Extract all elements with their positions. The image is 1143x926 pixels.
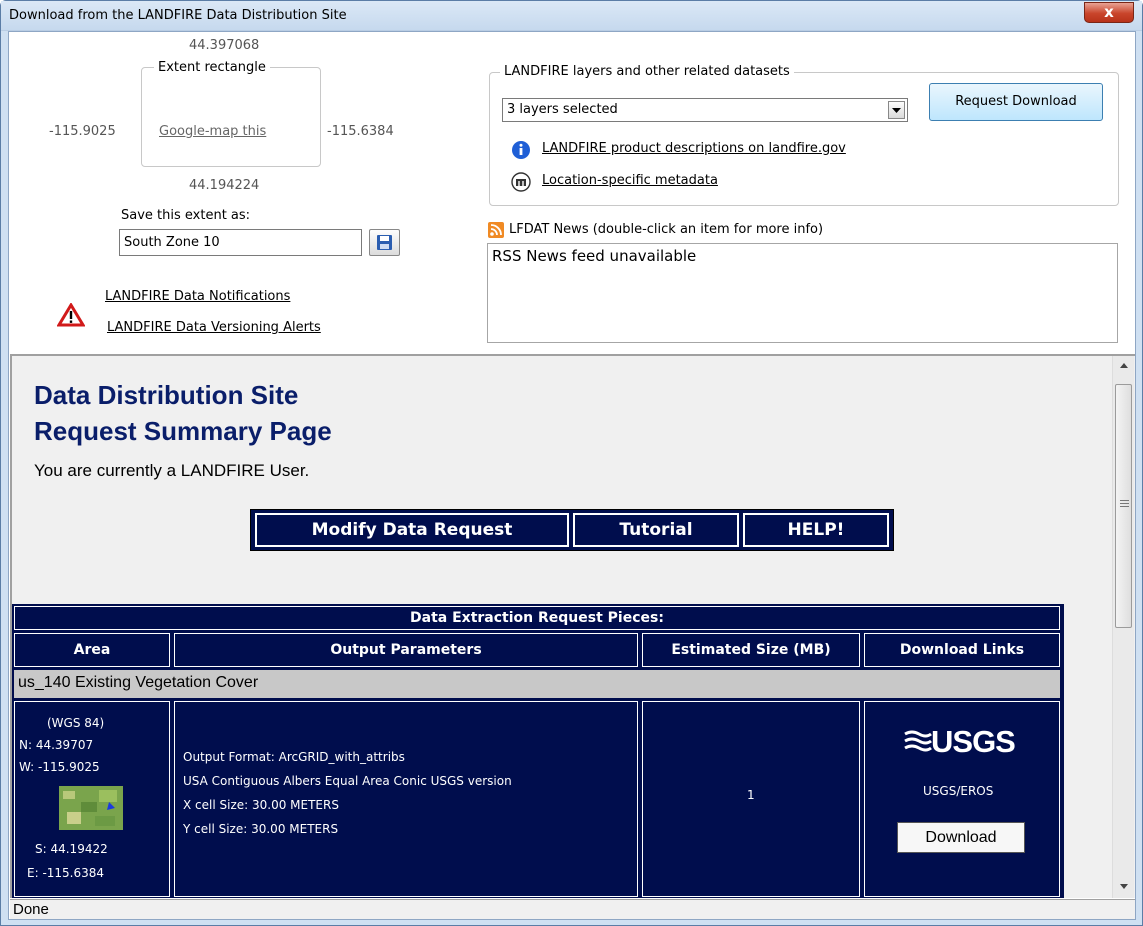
rss-icon: [488, 222, 504, 238]
header-output-parameters: Output Parameters: [174, 633, 638, 667]
extent-east: -115.6384: [327, 124, 394, 139]
usgs-logo-text: USGS: [931, 724, 1016, 759]
area-thumbnail: [59, 786, 123, 830]
news-feed-list[interactable]: RSS News feed unavailable: [487, 243, 1118, 343]
layer-name-row: us_140 Existing Vegetation Cover: [14, 670, 1060, 698]
area-west: W: -115.9025: [19, 760, 100, 774]
help-button[interactable]: HELP!: [743, 513, 889, 547]
tutorial-button[interactable]: Tutorial: [573, 513, 739, 547]
param-projection: USA Contiguous Albers Equal Area Conic U…: [183, 774, 512, 788]
info-icon: [511, 140, 531, 164]
estimated-size-cell: 1: [642, 701, 860, 897]
grip-icon: [1120, 500, 1129, 507]
layers-group-label: LANDFIRE layers and other related datase…: [500, 64, 794, 79]
header-area: Area: [14, 633, 170, 667]
product-descriptions-link[interactable]: LANDFIRE product descriptions on landfir…: [542, 141, 846, 156]
scroll-up-icon[interactable]: [1119, 362, 1129, 370]
window-title: Download from the LANDFIRE Data Distribu…: [9, 8, 347, 23]
embedded-browser: Data Distribution Site Request Summary P…: [10, 354, 1135, 898]
title-bar[interactable]: Download from the LANDFIRE Data Distribu…: [1, 1, 1142, 31]
floppy-disk-icon: [377, 235, 392, 250]
layer-select-value: 3 layers selected: [507, 102, 618, 117]
extent-name-input[interactable]: [119, 229, 362, 256]
layer-select-dropdown[interactable]: 3 layers selected: [502, 98, 908, 122]
header-download-links: Download Links: [864, 633, 1060, 667]
location-metadata-link[interactable]: Location-specific metadata: [542, 173, 718, 188]
header-estimated-size: Estimated Size (MB): [642, 633, 860, 667]
request-pieces-table: Data Extraction Request Pieces: Area Out…: [12, 604, 1064, 898]
area-cell: (WGS 84) N: 44.39707 W: -115.9025 S: 44.…: [14, 701, 170, 897]
status-text: Done: [13, 901, 49, 918]
request-download-button[interactable]: Request Download: [929, 83, 1103, 121]
extent-west: -115.9025: [49, 124, 116, 139]
page-nav-bar: Modify Data Request Tutorial HELP!: [250, 509, 894, 551]
table-caption: Data Extraction Request Pieces:: [14, 606, 1060, 630]
area-datum: (WGS 84): [47, 716, 105, 730]
data-notifications-link[interactable]: LANDFIRE Data Notifications: [105, 289, 290, 304]
area-north: N: 44.39707: [19, 738, 94, 752]
extent-south: 44.194224: [189, 178, 260, 193]
area-east: E: -115.6384: [27, 866, 105, 880]
download-button[interactable]: Download: [897, 822, 1025, 853]
status-bar: Done: [10, 899, 1135, 919]
news-label: LFDAT News (double-click an item for mor…: [509, 222, 824, 237]
save-extent-button[interactable]: [369, 229, 400, 256]
vertical-scrollbar[interactable]: [1112, 356, 1134, 898]
user-status-text: You are currently a LANDFIRE User.: [34, 461, 310, 480]
param-y-cell: Y cell Size: 30.00 METERS: [183, 822, 339, 836]
google-map-link[interactable]: Google-map this: [159, 124, 266, 139]
area-south: S: 44.19422: [35, 842, 108, 856]
close-button[interactable]: x: [1084, 2, 1134, 23]
metadata-icon: [511, 172, 531, 196]
modify-request-button[interactable]: Modify Data Request: [255, 513, 569, 547]
dropdown-arrow-icon[interactable]: [888, 101, 905, 119]
estimated-size-value: 1: [747, 788, 755, 802]
warning-icon: [56, 302, 86, 331]
data-versioning-alerts-link[interactable]: LANDFIRE Data Versioning Alerts: [107, 320, 321, 335]
extent-north: 44.397068: [189, 38, 260, 53]
dialog-window: Download from the LANDFIRE Data Distribu…: [0, 0, 1143, 926]
param-x-cell: X cell Size: 30.00 METERS: [183, 798, 339, 812]
save-extent-label: Save this extent as:: [121, 208, 251, 223]
download-links-cell: USGS USGS/EROS Download: [864, 701, 1060, 897]
usgs-logo: USGS: [903, 724, 1033, 764]
news-feed-item[interactable]: RSS News feed unavailable: [492, 247, 696, 265]
page-title-line1: Data Distribution Site: [34, 380, 299, 410]
scroll-down-icon[interactable]: [1119, 882, 1129, 890]
page-title-line2: Request Summary Page: [34, 416, 332, 446]
output-parameters-cell: Output Format: ArcGRID_with_attribs USA …: [174, 701, 638, 897]
extent-rectangle-label: Extent rectangle: [154, 60, 270, 75]
provider-name: USGS/EROS: [923, 784, 994, 798]
dialog-client: 44.397068 Extent rectangle -115.9025 Goo…: [8, 31, 1136, 920]
close-icon: x: [1104, 3, 1114, 21]
extent-rectangle: [141, 67, 321, 167]
scrollbar-thumb[interactable]: [1115, 384, 1132, 628]
param-format: Output Format: ArcGRID_with_attribs: [183, 750, 405, 764]
